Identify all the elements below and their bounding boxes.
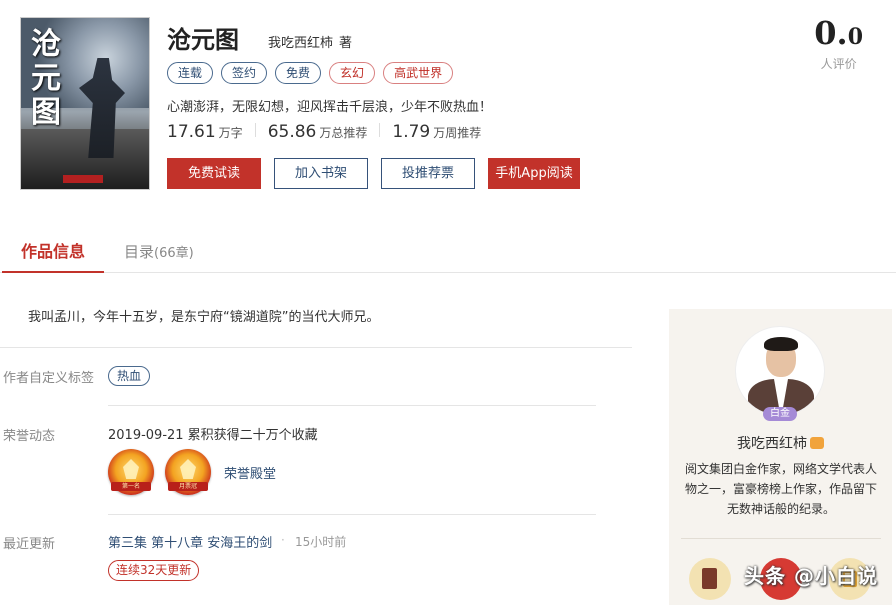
- stat-unit: 万周推荐: [433, 126, 482, 140]
- honor-badge-1[interactable]: 第一名: [108, 449, 154, 495]
- tab-catalog-count: (66章): [154, 246, 194, 261]
- book-intro: 心潮澎湃，无限幻想，迎风挥击千层浪，少年不败热血！: [167, 100, 493, 115]
- action-buttons: 免费试读 加入书架 投推荐票 手机App阅读: [167, 158, 580, 189]
- book-icon: [702, 568, 717, 589]
- author-description: 阅文集团白金作家，网络文学代表人物之一，富豪榜榜上作家，作品留下无数神话般的纪录…: [684, 462, 877, 516]
- book-tags: 连载 签约 免费 玄幻 高武世界: [167, 62, 454, 84]
- stat-weekly-recommend: 1.79 万周推荐: [367, 122, 481, 142]
- book-title: 沧元图: [167, 26, 239, 54]
- rating-value: 0.0: [814, 14, 863, 52]
- stat-unit: 万总推荐: [319, 126, 368, 140]
- tag-signed[interactable]: 签约: [221, 62, 268, 84]
- rating-main: 0.: [814, 14, 848, 52]
- badge-emblem: [180, 459, 196, 479]
- tag-serial[interactable]: 连载: [167, 62, 214, 84]
- tag-free[interactable]: 免费: [275, 62, 322, 84]
- stat-value: 1.79: [392, 122, 431, 142]
- latest-separator: ·: [281, 533, 285, 547]
- stat-total-recommend: 65.86 万总推荐: [243, 122, 368, 142]
- latest-update-time: 15小时前: [295, 535, 347, 549]
- update-streak-badge: 连续32天更新: [108, 560, 200, 581]
- book-stats: 17.61 万字 65.86 万总推荐 1.79 万周推荐: [167, 122, 481, 142]
- honor-hall-link[interactable]: 荣誉殿堂: [224, 463, 276, 482]
- watermark-text: 头条 @小白说: [744, 564, 878, 588]
- latest-update-label: 最近更新: [3, 537, 56, 552]
- author-name[interactable]: 我吃西红柿: [669, 433, 892, 453]
- badge-emblem: [123, 459, 139, 479]
- author-avatar[interactable]: [735, 326, 825, 416]
- book-cover[interactable]: 沧元图: [20, 17, 150, 190]
- author-name-text: 我吃西红柿: [737, 436, 807, 452]
- stat-word-count: 17.61 万字: [167, 122, 243, 142]
- panel-divider: [681, 538, 881, 539]
- rating-count-label: 人评价: [820, 57, 857, 71]
- tab-book-info[interactable]: 作品信息: [2, 235, 104, 273]
- book-summary: 我叫孟川，今年十五岁，是东宁府“镜湖道院”的当代大师兄。: [28, 310, 380, 325]
- honor-label: 荣誉动态: [3, 429, 56, 444]
- badge-ribbon: 第一名: [111, 482, 151, 491]
- honor-text: 2019-09-21 累积获得二十万个收藏: [108, 428, 318, 443]
- latest-chapter-link[interactable]: 第三集 第十八章 安海王的剑: [108, 532, 272, 551]
- add-to-shelf-button[interactable]: 加入书架: [274, 158, 368, 189]
- honor-badge-2[interactable]: 月票冠: [165, 449, 211, 495]
- divider: [108, 514, 596, 515]
- author-works-button[interactable]: [689, 558, 731, 600]
- tab-catalog[interactable]: 目录(66章): [124, 235, 194, 273]
- stat-divider: [254, 123, 256, 137]
- author-level-badge: 白金: [763, 407, 797, 421]
- rating-decimal: 0: [847, 24, 863, 50]
- stat-divider: [379, 123, 381, 137]
- app-read-button[interactable]: 手机App阅读: [488, 158, 580, 189]
- author-link[interactable]: 我吃西红柿: [268, 32, 333, 51]
- cover-publisher-mark: [63, 175, 103, 183]
- custom-tag[interactable]: 热血: [108, 366, 151, 386]
- stat-unit: 万字: [218, 126, 243, 140]
- stat-value: 65.86: [267, 122, 317, 142]
- free-read-button[interactable]: 免费试读: [167, 158, 261, 189]
- rating-score: 0.0 人评价: [814, 14, 863, 72]
- avatar-hair: [764, 337, 798, 351]
- divider: [0, 347, 632, 348]
- detail-tabs: 作品信息 目录(66章): [0, 235, 896, 273]
- tag-genre-fantasy[interactable]: 玄幻: [329, 62, 376, 84]
- cover-title-text: 沧元图: [31, 27, 61, 130]
- tab-catalog-label: 目录: [124, 243, 155, 261]
- author-pen-icon: [810, 437, 824, 449]
- divider: [108, 405, 596, 406]
- tag-subgenre[interactable]: 高武世界: [383, 62, 454, 84]
- badge-ribbon: 月票冠: [168, 482, 208, 491]
- custom-tags-label: 作者自定义标签: [3, 371, 95, 386]
- author-suffix: 著: [339, 36, 353, 51]
- stat-value: 17.61: [167, 122, 216, 142]
- vote-recommend-button[interactable]: 投推荐票: [381, 158, 475, 189]
